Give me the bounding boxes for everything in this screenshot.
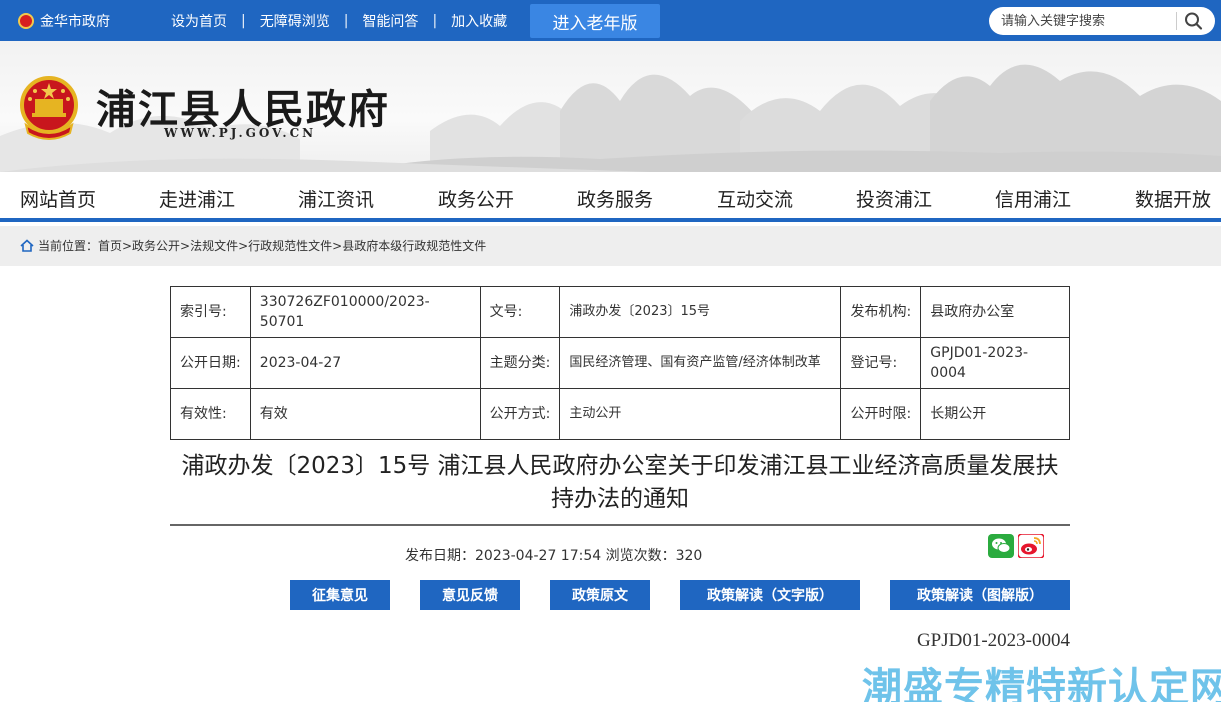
national-emblem-icon: [20, 76, 78, 140]
nav-item-services[interactable]: 政务服务: [577, 185, 653, 212]
index-value: 330726ZF010000/2023-50701: [249, 286, 481, 338]
table-row: 公开日期: 2023-04-27 主题分类: 国民经济管理、国有资产监管/经济体…: [170, 337, 1070, 389]
search-input[interactable]: [1001, 12, 1171, 30]
nav-item-open-data[interactable]: 数据开放: [1135, 185, 1211, 212]
search-icon[interactable]: [1183, 11, 1205, 31]
search-box: [989, 7, 1215, 35]
site-url: WWW.PJ.GOV.CN: [164, 126, 317, 140]
validity-value: 有效: [249, 388, 481, 440]
watermark-text: 潮盛专精特新认定网: [862, 665, 1221, 702]
validity-label: 有效性:: [170, 388, 251, 440]
issuer-value: 县政府办公室: [920, 286, 1070, 338]
table-row: 有效性: 有效 公开方式: 主动公开 公开时限: 长期公开: [170, 388, 1070, 440]
separator: |: [241, 13, 246, 29]
regno-label: 登记号:: [840, 337, 922, 389]
city-link[interactable]: 金华市政府: [18, 11, 110, 31]
docno-value: 浦政办发〔2023〕15号: [559, 286, 842, 338]
pubdate-label: 公开日期:: [170, 337, 251, 389]
publish-info: 发布日期：2023-04-27 17:54 浏览次数：320: [405, 548, 703, 564]
title-divider: [170, 524, 1070, 526]
solicit-opinions-button[interactable]: 征集意见: [290, 580, 390, 610]
site-banner: 浦江县人民政府 WWW.PJ.GOV.CN: [0, 41, 1221, 172]
top-links: 设为首页 | 无障碍浏览 | 智能问答 | 加入收藏: [171, 11, 507, 31]
set-homepage-link[interactable]: 设为首页: [171, 11, 227, 31]
smart-qa-link[interactable]: 智能问答: [362, 11, 418, 31]
nav-item-news[interactable]: 浦江资讯: [298, 185, 374, 212]
document-info-table: 索引号: 330726ZF010000/2023-50701 文号: 浦政办发〔…: [170, 286, 1070, 440]
weibo-icon[interactable]: [1018, 534, 1044, 558]
home-icon: [20, 239, 34, 252]
separator: |: [432, 13, 438, 29]
table-row: 索引号: 330726ZF010000/2023-50701 文号: 浦政办发〔…: [170, 286, 1070, 338]
policy-interpretation-graphic-button[interactable]: 政策解读（图解版）: [890, 580, 1070, 610]
index-label: 索引号:: [170, 286, 251, 338]
wechat-icon[interactable]: [988, 534, 1014, 558]
nav-item-gov-affairs[interactable]: 政务公开: [438, 185, 514, 212]
policy-original-button[interactable]: 政策原文: [550, 580, 650, 610]
emblem-mini-icon: [18, 13, 34, 29]
docno-label: 文号:: [479, 286, 561, 338]
method-value: 主动公开: [559, 388, 842, 440]
breadcrumb: 当前位置：首页>政务公开>法规文件>行政规范性文件>县政府本级行政规范性文件: [0, 226, 1221, 266]
regno-value: GPJD01-2023-0004: [920, 337, 1070, 389]
document-title: 浦政办发〔2023〕15号 浦江县人民政府办公室关于印发浦江县工业经济高质量发展…: [181, 453, 1059, 512]
main-nav: 网站首页 走进浦江 浦江资讯 政务公开 政务服务 互动交流 投资浦江 信用浦江 …: [0, 172, 1221, 222]
topic-label: 主题分类:: [479, 337, 561, 389]
topic-value: 国民经济管理、国有资产监管/经济体制改革: [559, 337, 842, 389]
feedback-button[interactable]: 意见反馈: [420, 580, 520, 610]
nav-item-interaction[interactable]: 互动交流: [717, 185, 793, 212]
nav-item-investment[interactable]: 投资浦江: [856, 185, 932, 212]
city-label: 金华市政府: [40, 14, 110, 30]
accessibility-link[interactable]: 无障碍浏览: [260, 11, 330, 31]
registration-code: GPJD01-2023-0004: [916, 630, 1070, 651]
nav-item-home[interactable]: 网站首页: [20, 185, 96, 212]
elder-mode-button[interactable]: 进入老年版: [530, 4, 660, 38]
add-favorite-link[interactable]: 加入收藏: [451, 11, 507, 31]
separator: |: [343, 13, 349, 29]
pubdate-value: 2023-04-27: [249, 337, 481, 389]
nav-item-credit[interactable]: 信用浦江: [995, 185, 1071, 212]
search-divider: [1176, 12, 1177, 30]
term-value: 长期公开: [920, 388, 1070, 440]
top-bar: 金华市政府 设为首页 | 无障碍浏览 | 智能问答 | 加入收藏 进入老年版: [0, 0, 1221, 41]
term-label: 公开时限:: [840, 388, 922, 440]
method-label: 公开方式:: [479, 388, 561, 440]
nav-item-about[interactable]: 走进浦江: [159, 185, 235, 212]
issuer-label: 发布机构:: [840, 286, 922, 338]
breadcrumb-text[interactable]: 当前位置：首页>政务公开>法规文件>行政规范性文件>县政府本级行政规范性文件: [38, 237, 486, 254]
policy-interpretation-text-button[interactable]: 政策解读（文字版）: [680, 580, 860, 610]
